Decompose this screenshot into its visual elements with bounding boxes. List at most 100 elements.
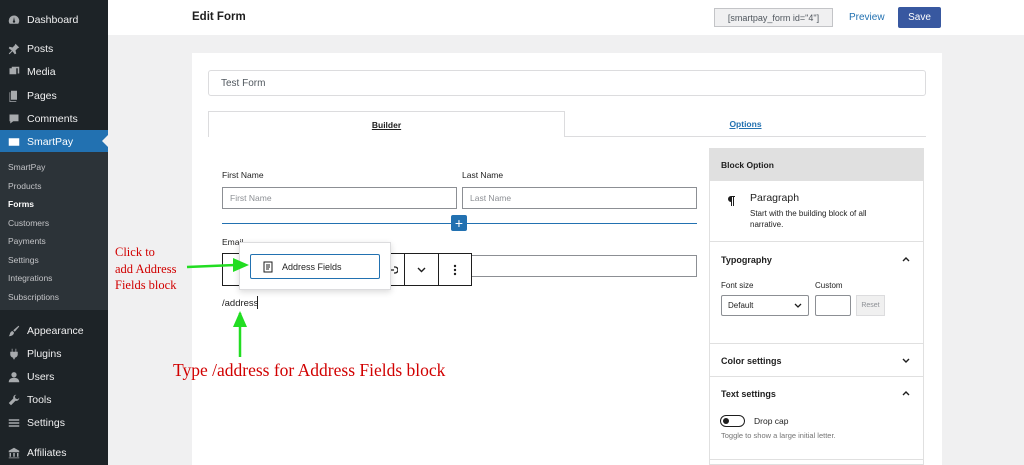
block-description: Start with the building block of all nar…: [750, 209, 867, 229]
arrow-right-annotation: [186, 258, 249, 272]
sidebar-item-users[interactable]: Users: [0, 365, 108, 388]
text-settings-title[interactable]: Text settings: [721, 389, 776, 399]
settings-icon: [7, 416, 21, 430]
brush-icon: [7, 324, 21, 338]
smartpay-icon: [7, 135, 21, 149]
submenu-item-customers[interactable]: Customers: [8, 218, 49, 228]
block-option-panel: Block Option Paragraph Start with the bu…: [709, 148, 924, 465]
media-icon: [7, 65, 21, 79]
sidebar-item-label: Plugins: [27, 347, 62, 360]
sidebar-item-label: Posts: [27, 42, 54, 55]
sidebar-item-dashboard[interactable]: Dashboard: [0, 8, 108, 31]
text-cursor: [257, 296, 258, 309]
last-name-input[interactable]: Last Name: [462, 187, 697, 209]
pin-icon: [7, 42, 21, 56]
divider: [710, 459, 923, 460]
custom-size-input[interactable]: [815, 295, 851, 316]
chevron-down-icon[interactable]: [405, 254, 439, 285]
sidebar-item-label: Users: [27, 370, 55, 383]
divider: [710, 180, 923, 181]
chevron-down-icon: [794, 303, 802, 308]
drop-cap-toggle[interactable]: [720, 415, 745, 427]
type-annotation: Type /address for Address Fields block: [173, 360, 446, 380]
sidebar-item-pages[interactable]: Pages: [0, 84, 108, 107]
paragraph-icon: [728, 196, 735, 206]
plugin-icon: [7, 347, 21, 361]
font-size-label: Font size: [721, 281, 754, 290]
submenu-item-settings[interactable]: Settings: [8, 255, 39, 265]
font-size-value: Default: [728, 301, 754, 310]
sidebar-item-label: Appearance: [27, 324, 84, 337]
sidebar-item-appearance[interactable]: Appearance: [0, 319, 108, 342]
block-option-header: Block Option: [710, 149, 923, 180]
add-block-button[interactable]: +: [451, 215, 467, 231]
last-name-label: Last Name: [462, 170, 504, 180]
sidebar-item-affiliates[interactable]: Affiliates: [0, 441, 108, 464]
sidebar-item-tools[interactable]: Tools: [0, 388, 108, 411]
sidebar-item-label: SmartPay: [27, 135, 74, 148]
tab-options[interactable]: Options: [565, 111, 926, 137]
chevron-down-icon[interactable]: [901, 356, 911, 366]
click-annotation: Click to add Address Fields block: [115, 244, 176, 294]
sidebar-item-label: Affiliates: [27, 446, 67, 459]
sidebar-item-plugins[interactable]: Plugins: [0, 342, 108, 365]
divider: [710, 241, 923, 242]
form-title-input[interactable]: Test Form: [208, 70, 926, 96]
submenu-item-subscriptions[interactable]: Subscriptions: [8, 292, 59, 302]
sidebar-item-label: Settings: [27, 416, 65, 429]
wrench-icon: [7, 393, 21, 407]
sidebar-item-label: Pages: [27, 89, 57, 102]
drop-cap-label: Drop cap: [754, 416, 789, 426]
sidebar-item-label: Dashboard: [27, 13, 79, 26]
pages-icon: [7, 89, 21, 103]
dashboard-icon: [7, 13, 21, 27]
arrow-up-annotation: [233, 311, 247, 357]
sidebar-item-settings[interactable]: Settings: [0, 411, 108, 434]
comments-icon: [7, 112, 21, 126]
click-annotation-line: add Address: [115, 261, 177, 276]
submenu-item-payments[interactable]: Payments: [8, 236, 46, 246]
user-icon: [7, 370, 21, 384]
email-input[interactable]: [465, 255, 697, 277]
typography-title[interactable]: Typography: [721, 255, 772, 265]
custom-label: Custom: [815, 281, 843, 290]
address-fields-label: Address Fields: [282, 261, 342, 272]
more-options-icon[interactable]: [439, 254, 471, 285]
sidebar-item-label: Comments: [27, 112, 78, 125]
sidebar-item-posts[interactable]: Posts: [0, 37, 108, 60]
click-annotation-line: Fields block: [115, 278, 177, 292]
chevron-up-icon[interactable]: [901, 388, 911, 398]
sidebar-item-media[interactable]: Media: [0, 60, 108, 83]
reset-button[interactable]: Reset: [856, 295, 885, 316]
slash-command-text[interactable]: /address: [222, 298, 258, 309]
smartpay-submenu: SmartPay Products Forms Customers Paymen…: [0, 152, 108, 310]
sidebar-item-comments[interactable]: Comments: [0, 107, 108, 130]
drop-cap-help: Toggle to show a large initial letter.: [721, 431, 836, 440]
submenu-item-smartpay[interactable]: SmartPay: [8, 162, 45, 172]
click-annotation-line: Click to: [115, 245, 155, 259]
block-inserter-popup: Address Fields: [239, 242, 391, 290]
first-name-input[interactable]: First Name: [222, 187, 457, 209]
affiliates-icon: [7, 446, 21, 460]
first-name-label: First Name: [222, 170, 264, 180]
submenu-item-products[interactable]: Products: [8, 181, 42, 191]
top-header: Edit Form [smartpay_form id="4"] Preview…: [108, 0, 1024, 35]
preview-link[interactable]: Preview: [849, 12, 885, 23]
font-size-select[interactable]: Default: [721, 295, 809, 316]
chevron-up-icon[interactable]: [901, 254, 911, 264]
color-settings-title[interactable]: Color settings: [721, 356, 782, 366]
sidebar-item-smartpay[interactable]: SmartPay: [0, 130, 108, 153]
block-name: Paragraph: [750, 192, 800, 204]
sidebar-item-label: Tools: [27, 393, 52, 406]
address-fields-option[interactable]: Address Fields: [250, 254, 380, 279]
admin-sidebar: Dashboard Posts Media Pages Comments Sma…: [0, 0, 108, 465]
divider: [710, 376, 923, 377]
document-icon: [263, 261, 273, 272]
tab-builder[interactable]: Builder: [208, 111, 565, 137]
shortcode-field[interactable]: [smartpay_form id="4"]: [714, 8, 833, 27]
divider: [710, 343, 923, 344]
sidebar-item-label: Media: [27, 65, 56, 78]
submenu-item-integrations[interactable]: Integrations: [8, 273, 52, 283]
save-button[interactable]: Save: [898, 7, 941, 28]
submenu-item-forms[interactable]: Forms: [8, 199, 34, 209]
